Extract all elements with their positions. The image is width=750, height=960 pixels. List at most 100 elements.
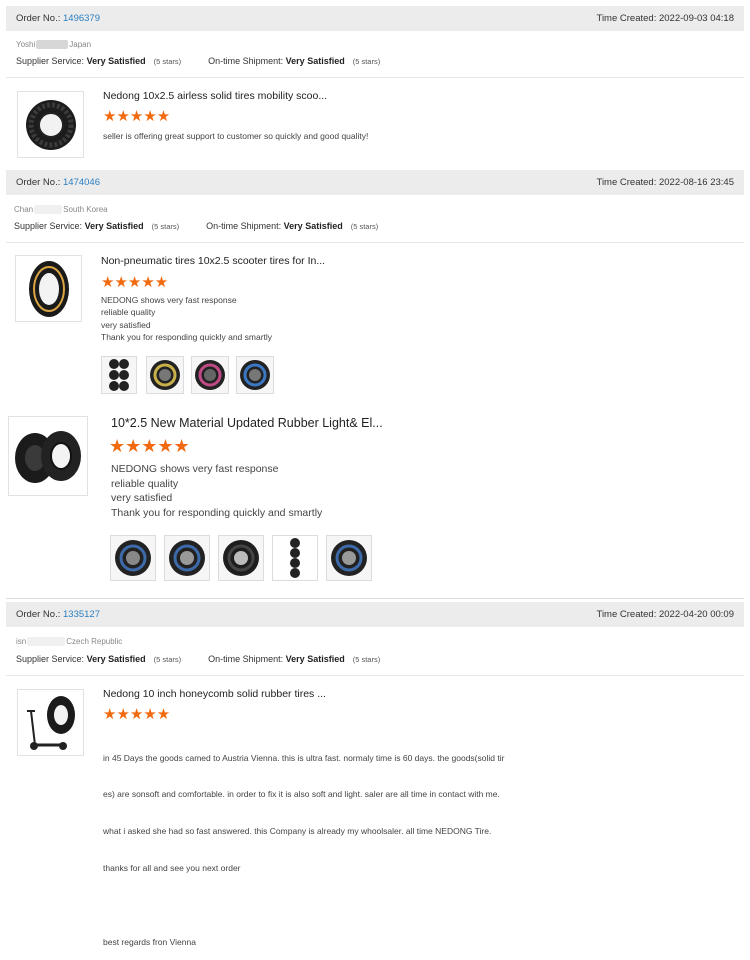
buyer-country: Japan [69,40,92,49]
shipment-label: On-time Shipment: [206,221,282,231]
time-label: Time Created: [596,177,657,188]
review-photo[interactable] [272,535,318,581]
buyer-info: isn Czech Republic [16,637,122,646]
review-photo[interactable] [236,356,274,394]
product-thumbnail[interactable] [17,91,84,158]
tire-icon [195,360,225,390]
divider [6,242,744,243]
buyer-info: Chan South Korea [14,205,108,214]
tire-icon [150,360,180,390]
buyer-name: isn [16,637,27,646]
shipment-label: On-time Shipment: [208,654,284,664]
shipment-stars: (5 stars) [352,654,381,664]
time-created: Time Created: 2022-08-16 23:45 [597,177,735,188]
time-value: 2022-08-16 23:45 [658,177,734,188]
review-line: very satisfied [111,492,173,504]
product-title-link[interactable]: Nedong 10x2.5 airless solid tires mobili… [103,90,327,102]
product-title-link[interactable]: Nedong 10 inch honeycomb solid rubber ti… [103,688,326,700]
tire-icon [115,540,151,576]
review-photos [101,356,274,394]
review-line: thanks for all and see you next order [103,863,241,874]
shipment-stars: (5 stars) [350,221,379,231]
shipment-stars: (5 stars) [352,56,381,66]
review-photo[interactable] [164,535,210,581]
order-ratings: Supplier Service: Very Satisfied (5 star… [16,654,380,664]
product-thumbnail[interactable] [8,416,88,496]
shipment-label: On-time Shipment: [208,56,284,66]
order-header: Order No.: 1496379 Time Created: 2022-09… [6,6,744,31]
review-line: what i asked she had so fast answered. t… [103,826,492,837]
tire-stack-icon [290,538,300,578]
review-line: Thank you for responding quickly and sma… [111,506,323,519]
review-line: seller is offering great support to cust… [103,131,369,141]
time-created: Time Created: 2022-09-03 04:18 [597,13,735,24]
review-photo[interactable] [191,356,229,394]
supplier-service-label: Supplier Service: [16,56,85,66]
review-line: very satisfied [101,319,151,330]
tire-icon [331,540,367,576]
product-thumbnail[interactable] [15,255,82,322]
product-star-rating: ★★★★★ [109,436,190,456]
time-value: 2022-04-20 00:09 [658,609,734,620]
review-line: reliable quality [101,307,156,318]
order-number-group: Order No.: 1335127 [16,609,100,620]
tire-icon [25,99,76,150]
product-star-rating: ★★★★★ [103,706,171,723]
supplier-service-label: Supplier Service: [16,654,85,664]
supplier-service-label: Supplier Service: [14,221,83,231]
product-star-rating: ★★★★★ [103,108,171,125]
review-line: in 45 Days the goods camed to Austria Vi… [103,752,505,763]
order-ratings: Supplier Service: Very Satisfied (5 star… [16,56,380,66]
divider [6,77,744,78]
review-photo[interactable] [110,535,156,581]
order-label: Order No.: [16,177,61,188]
buyer-name-redacted [36,40,69,49]
order-number-group: Order No.: 1474046 [16,177,100,188]
review-line: NEDONG shows very fast response [111,463,279,475]
buyer-info: Yoshi Japan [16,40,91,49]
supplier-service-rating: Very Satisfied [84,221,144,231]
tire-icon [28,260,69,317]
scooter-icon [26,695,75,750]
tire-icon [240,360,270,390]
order-number-group: Order No.: 1496379 [16,13,100,24]
review-text: in 45 Days the goods camed to Austria Vi… [103,727,563,960]
tire-icon [15,431,81,483]
supplier-service-rating: Very Satisfied [86,654,146,664]
review-line-blank [103,899,563,911]
shipment-rating: Very Satisfied [283,221,343,231]
tire-icon [223,540,259,576]
review-line: reliable quality [111,477,179,490]
product-thumbnail[interactable] [17,689,84,756]
order-label: Order No.: [16,13,61,24]
supplier-service-stars: (5 stars) [153,654,182,664]
review-line: es) are sonsoft and comfortable. in orde… [103,789,500,800]
product-title-link[interactable]: Non-pneumatic tires 10x2.5 scooter tires… [101,255,325,267]
review-text: NEDONG shows very fast response reliable… [101,294,272,343]
time-created: Time Created: 2022-04-20 00:09 [597,609,735,620]
review-photo[interactable] [146,356,184,394]
buyer-name: Yoshi [16,40,36,49]
divider [6,675,744,676]
shipment-rating: Very Satisfied [285,56,345,66]
review-line: Thank you for responding quickly and sma… [101,331,273,342]
review-photo[interactable] [101,356,137,394]
order-number-link[interactable]: 1335127 [63,609,100,620]
buyer-name-redacted [27,637,66,646]
review-photo[interactable] [326,535,372,581]
time-label: Time Created: [596,13,657,24]
order-header: Order No.: 1474046 Time Created: 2022-08… [6,170,744,195]
time-label: Time Created: [596,609,657,620]
review-photo[interactable] [218,535,264,581]
review-line: best regards fron Vienna [103,936,196,947]
buyer-country: South Korea [63,205,108,214]
order-number-link[interactable]: 1496379 [63,13,100,24]
buyer-name: Chan [14,205,34,214]
review-line: NEDONG shows very fast response [101,295,237,305]
supplier-service-rating: Very Satisfied [86,56,146,66]
product-title-link[interactable]: 10*2.5 New Material Updated Rubber Light… [111,416,383,430]
buyer-country: Czech Republic [66,637,123,646]
time-value: 2022-09-03 04:18 [658,13,734,24]
review-text: NEDONG shows very fast response reliable… [111,462,322,520]
order-number-link[interactable]: 1474046 [63,177,100,188]
